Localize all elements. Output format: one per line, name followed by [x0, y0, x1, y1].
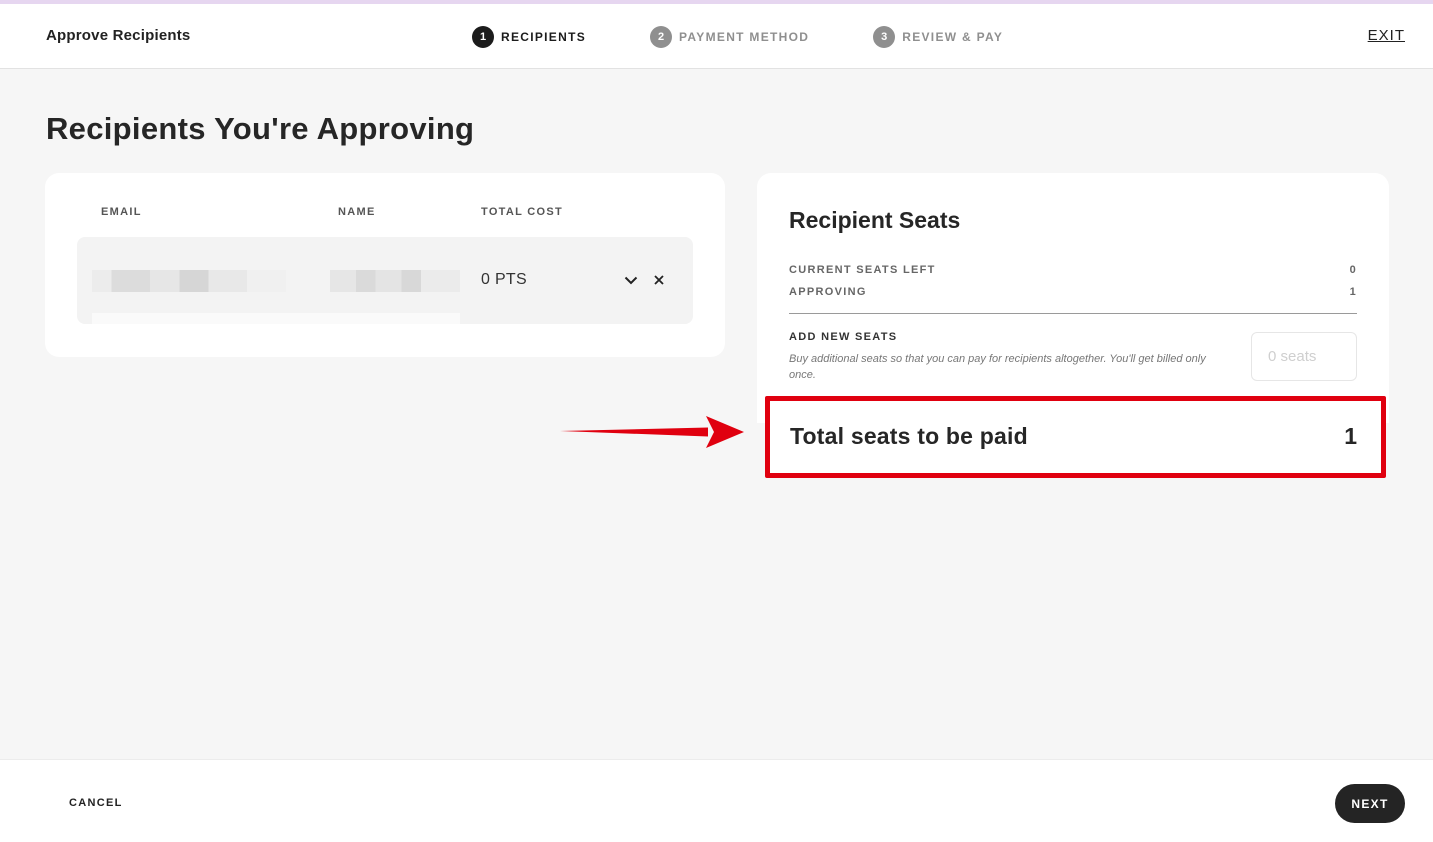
column-header-name: NAME — [338, 206, 376, 218]
step-recipients: 1 RECIPIENTS — [472, 26, 586, 48]
add-new-seats-label: ADD NEW SEATS — [789, 331, 898, 343]
close-icon[interactable] — [650, 269, 668, 291]
exit-link[interactable]: EXIT — [1368, 27, 1405, 44]
stepper: 1 RECIPIENTS 2 PAYMENT METHOD 3 REVIEW &… — [472, 26, 1003, 48]
total-seats-highlight-box: Total seats to be paid 1 — [765, 396, 1386, 478]
email-cell-redacted — [92, 270, 286, 292]
page-title: Recipients You're Approving — [46, 111, 475, 146]
footer: CANCEL NEXT — [0, 759, 1433, 842]
step-review-pay: 3 REVIEW & PAY — [873, 26, 1003, 48]
redacted-strip — [92, 313, 460, 324]
app-title: Approve Recipients — [46, 27, 191, 44]
approving-label: APPROVING — [789, 286, 867, 298]
chevron-down-icon[interactable] — [622, 269, 640, 291]
step-label: RECIPIENTS — [501, 30, 587, 44]
column-header-total-cost: TOTAL COST — [481, 206, 564, 218]
total-seats-value: 1 — [1344, 423, 1357, 449]
step-label: PAYMENT METHOD — [679, 30, 810, 44]
current-seats-left-value: 0 — [1349, 264, 1357, 276]
divider — [789, 313, 1357, 314]
arrow-right-icon — [560, 416, 744, 448]
total-seats-label: Total seats to be paid — [790, 423, 1028, 449]
step-number: 2 — [650, 26, 673, 48]
current-seats-left-label: CURRENT SEATS LEFT — [789, 264, 936, 276]
next-button[interactable]: NEXT — [1335, 784, 1405, 823]
step-payment-method: 2 PAYMENT METHOD — [650, 26, 809, 48]
seats-title: Recipient Seats — [789, 207, 961, 233]
add-new-seats-description: Buy additional seats so that you can pay… — [789, 353, 1206, 381]
table-row: 0 PTS — [77, 237, 693, 324]
recipients-table-card: EMAIL NAME TOTAL COST 0 PTS — [45, 173, 725, 357]
name-cell-redacted — [330, 270, 460, 292]
step-label: REVIEW & PAY — [902, 30, 1004, 44]
approving-value: 1 — [1349, 286, 1357, 298]
total-cost-cell: 0 PTS — [481, 271, 527, 288]
current-seats-left-row: CURRENT SEATS LEFT 0 — [789, 264, 1357, 276]
header: Approve Recipients 1 RECIPIENTS 2 PAYMEN… — [0, 4, 1433, 69]
recipient-seats-card: Recipient Seats CURRENT SEATS LEFT 0 APP… — [757, 173, 1389, 423]
cancel-button[interactable]: CANCEL — [69, 797, 123, 809]
step-number: 1 — [472, 26, 494, 48]
step-number: 3 — [873, 26, 896, 48]
approving-row: APPROVING 1 — [789, 286, 1357, 298]
add-seats-input[interactable] — [1251, 332, 1357, 381]
column-header-email: EMAIL — [101, 206, 142, 218]
